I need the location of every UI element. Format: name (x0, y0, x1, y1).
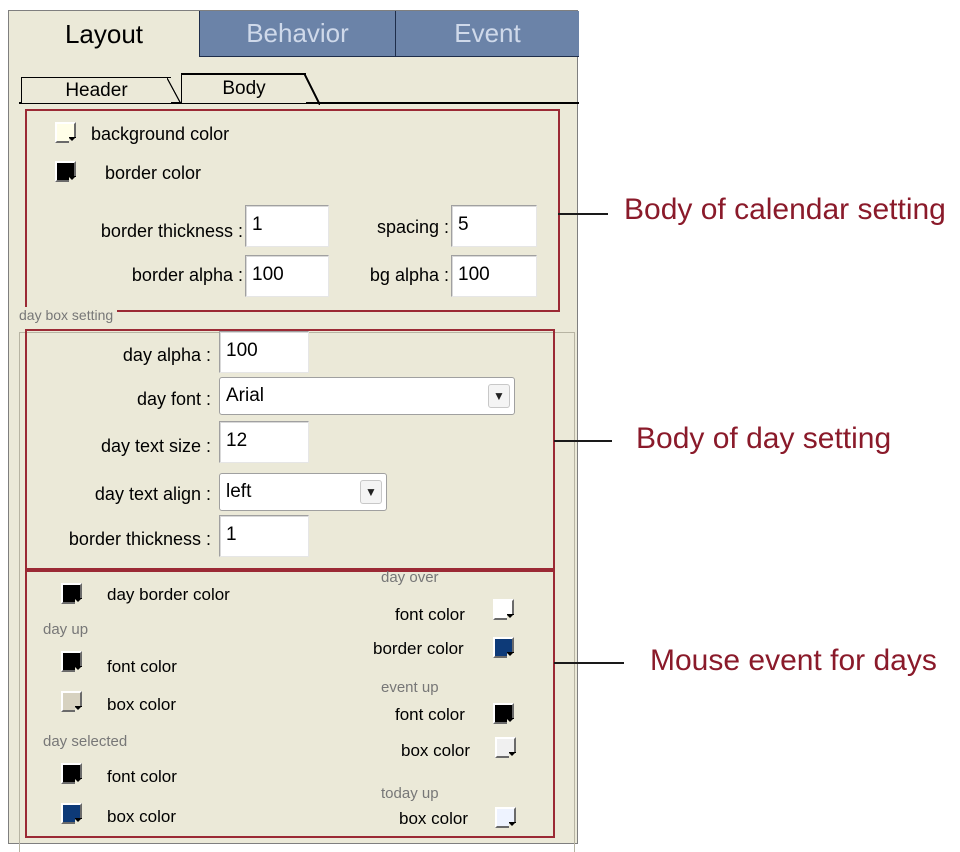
today-up-box-color-label: box color (399, 809, 468, 828)
event-up-title: event up (381, 679, 439, 696)
settings-panel: Layout Behavior Event Header Body backgr… (8, 10, 579, 852)
day-over-font-color-label: font color (395, 605, 465, 624)
event-up-box-color-swatch[interactable] (495, 737, 516, 758)
day-text-size-label: day text size : (100, 436, 211, 456)
day-over-font-color-swatch[interactable] (493, 599, 514, 620)
day-text-align-select[interactable]: left ▼ (219, 473, 387, 511)
event-up-box-color-label: box color (401, 741, 470, 760)
day-font-value: Arial (226, 385, 265, 406)
day-border-color-label: day border color (107, 585, 230, 604)
border-alpha-label: border alpha : (131, 265, 243, 285)
bg-alpha-label: bg alpha : (369, 265, 449, 285)
chevron-down-icon[interactable]: ▼ (360, 480, 382, 504)
background-color-label: background color (91, 124, 230, 144)
day-border-thickness-label: border thickness : (68, 529, 211, 549)
spacing-label: spacing : (376, 217, 449, 237)
tab-event[interactable]: Event (395, 11, 579, 57)
callout-mouse: Mouse event for days (650, 644, 937, 677)
callout-line-calendar (558, 213, 608, 215)
border-alpha-input[interactable]: 100 (245, 255, 329, 297)
day-selected-box-color-swatch[interactable] (61, 803, 82, 824)
day-text-size-input[interactable]: 12 (219, 421, 309, 463)
today-up-title: today up (381, 785, 439, 802)
day-up-box-color-swatch[interactable] (61, 691, 82, 712)
day-up-font-color-swatch[interactable] (61, 651, 82, 672)
day-up-font-color-label: font color (107, 657, 177, 676)
day-up-box-color-label: box color (107, 695, 176, 714)
event-up-font-color-label: font color (395, 705, 465, 724)
day-border-thickness-input[interactable]: 1 (219, 515, 309, 557)
callout-line-mouse (554, 662, 624, 664)
subtab-header[interactable]: Header (21, 77, 181, 104)
day-up-title: day up (43, 621, 89, 638)
day-over-border-color-swatch[interactable] (493, 637, 514, 658)
tab-behavior[interactable]: Behavior (199, 11, 395, 57)
day-text-align-label: day text align : (94, 484, 211, 504)
day-selected-font-color-label: font color (107, 767, 177, 786)
event-up-font-color-swatch[interactable] (493, 703, 514, 724)
day-box-group-title: day box setting (19, 307, 118, 323)
day-selected-title: day selected (43, 733, 128, 750)
day-border-color-swatch[interactable] (61, 583, 82, 604)
border-color-label: border color (105, 163, 202, 183)
bg-alpha-input[interactable]: 100 (451, 255, 537, 297)
day-text-align-value: left (226, 481, 252, 502)
day-alpha-label: day alpha : (122, 345, 211, 365)
day-selected-font-color-swatch[interactable] (61, 763, 82, 784)
day-over-title: day over (381, 569, 439, 586)
day-font-select[interactable]: Arial ▼ (219, 377, 515, 415)
border-thickness-label: border thickness : (100, 221, 243, 241)
day-font-label: day font : (136, 389, 211, 409)
border-thickness-input[interactable]: 1 (245, 205, 329, 247)
background-color-swatch[interactable] (55, 122, 76, 143)
spacing-input[interactable]: 5 (451, 205, 537, 247)
mouse-event-section (25, 568, 555, 838)
chevron-down-icon[interactable]: ▼ (488, 384, 510, 408)
day-selected-box-color-label: box color (107, 807, 176, 826)
tab-layout[interactable]: Layout (9, 11, 199, 57)
subtab-body[interactable]: Body (181, 73, 320, 105)
callout-day: Body of day setting (636, 422, 892, 455)
day-over-border-color-label: border color (373, 639, 464, 658)
day-alpha-input[interactable]: 100 (219, 331, 309, 373)
today-up-box-color-swatch[interactable] (495, 807, 516, 828)
callout-line-day (554, 440, 612, 442)
callout-calendar: Body of calendar setting (624, 193, 946, 226)
border-color-swatch[interactable] (55, 161, 76, 182)
